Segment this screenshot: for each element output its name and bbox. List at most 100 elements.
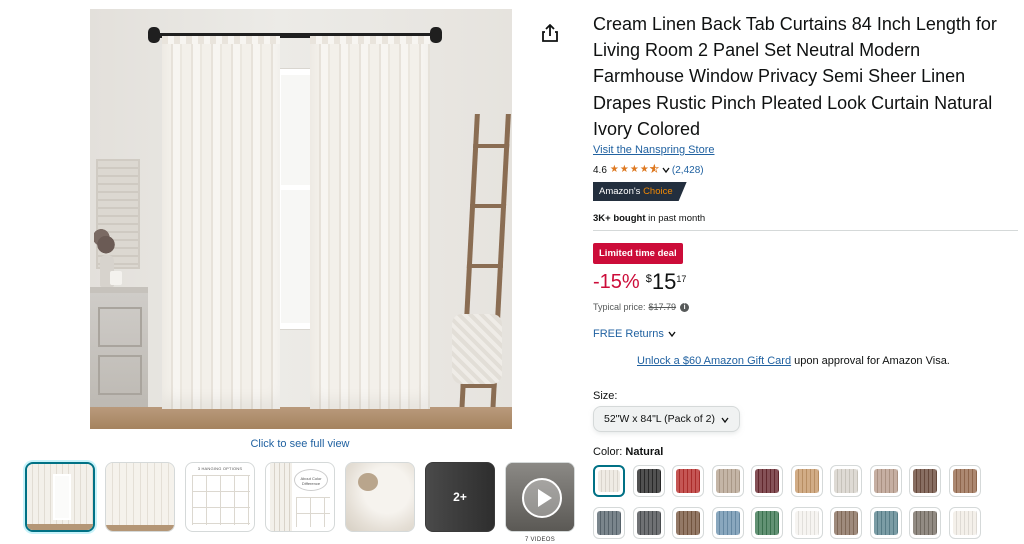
color-swatch[interactable] <box>790 507 823 539</box>
color-swatch-fill <box>636 511 661 535</box>
gift-card-offer: Unlock a $60 Amazon Gift Card upon appro… <box>637 355 950 367</box>
limited-deal-badge: Limited time deal <box>593 243 683 264</box>
store-link[interactable]: Visit the Nanspring Store <box>593 144 714 156</box>
rating-stars[interactable]: ★ ★ ★ ★ ★ <box>610 164 660 175</box>
color-swatch[interactable] <box>869 465 902 497</box>
typical-price-value: $17.79 <box>648 302 677 312</box>
gift-card-link[interactable]: Unlock a $60 Amazon Gift Card <box>637 355 791 367</box>
size-selected-value: 52"W x 84"L (Pack of 2) <box>604 413 715 425</box>
color-swatch[interactable] <box>948 507 981 539</box>
color-swatch[interactable] <box>632 465 665 497</box>
color-swatch-fill <box>715 469 740 493</box>
color-selected-name: Natural <box>625 446 664 458</box>
color-swatch-fill <box>952 469 977 493</box>
image-rod-finial <box>148 27 160 43</box>
thumbnail-more[interactable]: 2+ <box>425 462 495 532</box>
color-swatch-fill <box>636 469 661 493</box>
color-swatch-fill <box>873 511 898 535</box>
size-label: Size: <box>593 390 618 402</box>
color-swatch[interactable] <box>948 465 981 497</box>
badge-choice: Choice <box>643 186 673 197</box>
star-icon: ★ <box>619 164 629 175</box>
color-swatch-fill <box>913 469 937 493</box>
size-dropdown[interactable]: 52"W x 84"L (Pack of 2) <box>593 406 740 432</box>
bought-count-bold: 3K+ bought <box>593 213 646 224</box>
color-label: Color: Natural <box>593 446 663 458</box>
price-whole: 15 <box>651 269 677 294</box>
more-images-label: 2+ <box>453 490 467 504</box>
color-swatch-fill <box>913 511 937 535</box>
image-cabinet <box>90 287 148 409</box>
color-swatch[interactable] <box>632 507 665 539</box>
color-swatch[interactable] <box>869 507 902 539</box>
chevron-down-icon <box>721 417 729 424</box>
color-swatch-fill <box>597 511 621 535</box>
color-swatch[interactable] <box>672 507 704 539</box>
color-swatch[interactable] <box>593 507 625 539</box>
color-swatch-fill <box>715 511 740 535</box>
image-rod-finial <box>430 27 442 43</box>
color-swatch-fill <box>598 470 620 492</box>
color-swatch[interactable] <box>909 507 941 539</box>
bought-count: 3K+ bought in past month <box>593 213 705 224</box>
color-label-text: Color: <box>593 446 626 458</box>
rating-value: 4.6 <box>593 164 607 176</box>
color-swatch-fill <box>834 469 858 493</box>
star-icon: ★ <box>639 164 649 175</box>
free-returns-link[interactable]: FREE Returns <box>593 328 678 340</box>
section-divider <box>593 230 1018 231</box>
star-icon: ★ <box>629 164 639 175</box>
discount-percent: -15% <box>593 271 640 293</box>
color-swatch[interactable] <box>909 465 941 497</box>
color-swatch-fill <box>676 469 700 493</box>
gift-card-rest: upon approval for Amazon Visa. <box>791 355 950 367</box>
thumbnail-caption: About Color Difference <box>294 469 328 491</box>
color-swatch[interactable] <box>672 465 704 497</box>
color-swatch-fill <box>794 469 819 493</box>
image-plant <box>94 223 118 259</box>
color-swatch-fill <box>676 511 700 535</box>
chevron-down-icon[interactable] <box>662 166 670 174</box>
share-icon[interactable] <box>541 23 559 43</box>
color-swatch[interactable] <box>790 465 823 497</box>
image-curtain-panel-right <box>310 36 430 409</box>
free-returns-label: FREE Returns <box>593 328 664 340</box>
thumbnail-video[interactable] <box>505 462 575 532</box>
thumbnail-4[interactable]: About Color Difference <box>265 462 335 532</box>
thumbnail-1[interactable] <box>25 462 95 532</box>
thumbnail-5[interactable] <box>345 462 415 532</box>
color-swatch[interactable] <box>711 507 744 539</box>
color-swatch-grid <box>593 465 985 544</box>
image-throw-blanket <box>452 314 502 384</box>
color-swatch[interactable] <box>751 465 783 497</box>
product-title: Cream Linen Back Tab Curtains 84 Inch Le… <box>593 14 997 139</box>
thumbnail-caption: 3 HANGING OPTIONS <box>197 466 243 471</box>
thumbnail-2[interactable] <box>105 462 175 532</box>
bought-count-rest: in past month <box>645 213 706 224</box>
chevron-down-icon <box>668 331 676 338</box>
color-swatch-fill <box>952 511 977 535</box>
color-swatch-fill <box>755 469 779 493</box>
typical-price: Typical price: $17.79 i <box>593 302 690 312</box>
badge-prefix: Amazon's <box>599 186 641 197</box>
price-fraction: 17 <box>676 274 687 284</box>
typical-price-label: Typical price: <box>593 302 646 312</box>
color-swatch[interactable] <box>711 465 744 497</box>
main-product-image[interactable] <box>90 9 512 429</box>
info-icon[interactable]: i <box>680 302 690 312</box>
see-full-view-link[interactable]: Click to see full view <box>200 438 400 450</box>
color-swatch[interactable] <box>830 465 862 497</box>
image-cup <box>110 271 122 285</box>
half-star-icon: ★ <box>649 164 660 175</box>
review-count-link[interactable]: (2,428) <box>672 165 704 176</box>
color-swatch[interactable] <box>830 507 862 539</box>
image-floor <box>90 407 512 429</box>
color-swatch-fill <box>873 469 898 493</box>
thumbnail-3[interactable]: 3 HANGING OPTIONS <box>185 462 255 532</box>
color-swatch[interactable] <box>593 465 625 497</box>
color-swatch-fill <box>794 511 819 535</box>
rating-row[interactable]: 4.6 ★ ★ ★ ★ ★ (2,428) <box>593 163 704 177</box>
color-swatch[interactable] <box>751 507 783 539</box>
price-row: -15% $ 15 17 <box>593 268 686 298</box>
amazons-choice-badge: Amazon's Choice <box>593 182 687 201</box>
